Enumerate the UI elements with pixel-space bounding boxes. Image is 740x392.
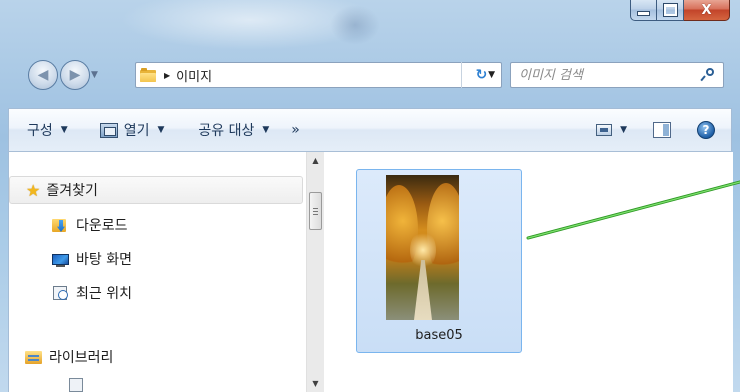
chevron-down-icon: ▼ <box>60 125 68 135</box>
preview-pane-icon <box>653 122 671 138</box>
content-area: ★ 즐겨찾기 다운로드 바탕 화면 최근 위치 라이브러리 ▲ ▼ base05 <box>8 152 733 392</box>
maximize-icon <box>662 3 678 17</box>
breadcrumb-separator-icon[interactable]: ▶ <box>164 71 170 80</box>
sidebar-item-label: 바탕 화면 <box>76 252 132 268</box>
image-thumbnail <box>386 175 459 320</box>
nav-buttons: ◀ ▶ ▼ <box>28 60 136 90</box>
forward-arrow-icon: ▶ <box>69 67 81 83</box>
open-button[interactable]: 열기 ▼ <box>94 116 171 144</box>
open-label: 열기 <box>123 123 150 139</box>
chevron-down-icon: ▼ <box>620 125 627 135</box>
explorer-window: X ◀ ▶ ▼ ▶ 이미지 ▼ ↻ 이미지 검색 구성 ▼ 열기 ▼ 공유 대상… <box>0 0 740 392</box>
folder-icon <box>140 67 156 82</box>
back-arrow-icon: ◀ <box>37 67 49 83</box>
chevron-down-icon: ▼ <box>157 125 165 135</box>
back-button[interactable]: ◀ <box>28 60 58 90</box>
sidebar-item-desktop[interactable]: 바탕 화면 <box>9 248 132 270</box>
minimize-icon <box>637 10 650 16</box>
sidebar-item-label: 최근 위치 <box>76 286 132 302</box>
chevron-down-icon: ▼ <box>262 125 270 135</box>
navigation-pane-scrollbar[interactable]: ▲ ▼ <box>306 152 324 392</box>
file-name: base05 <box>415 328 463 343</box>
scroll-up-button[interactable]: ▲ <box>307 152 324 169</box>
sidebar-item-favorites[interactable]: ★ 즐겨찾기 <box>9 176 303 204</box>
search-icon[interactable] <box>700 68 717 82</box>
help-icon: ? <box>697 121 715 139</box>
view-icon <box>596 124 613 136</box>
sidebar-item-label: 즐겨찾기 <box>46 183 98 199</box>
navigation-pane: ★ 즐겨찾기 다운로드 바탕 화면 최근 위치 라이브러리 <box>9 152 306 392</box>
sidebar-item-recent-places[interactable]: 최근 위치 <box>9 282 132 304</box>
close-button[interactable]: X <box>684 0 730 21</box>
close-icon: X <box>701 2 712 18</box>
scroll-down-button[interactable]: ▼ <box>307 375 324 392</box>
more-chevron-icon: » <box>291 122 300 138</box>
recent-places-icon <box>52 285 69 301</box>
sidebar-item-label: 다운로드 <box>76 218 128 234</box>
document-icon <box>69 378 85 392</box>
sidebar-item-label: 라이브러리 <box>49 350 114 366</box>
help-button[interactable]: ? <box>691 116 721 144</box>
download-folder-icon <box>52 217 69 233</box>
sidebar-item-downloads[interactable]: 다운로드 <box>9 214 128 236</box>
organize-button[interactable]: 구성 ▼ <box>21 116 74 144</box>
file-list: base05 <box>325 152 733 392</box>
desktop-icon <box>52 251 69 267</box>
share-with-button[interactable]: 공유 대상 ▼ <box>192 116 275 144</box>
command-bar: 구성 ▼ 열기 ▼ 공유 대상 ▼ » ▼ ? <box>8 108 732 152</box>
refresh-icon: ↻ <box>475 67 488 83</box>
maximize-button[interactable] <box>657 0 684 21</box>
recent-pages-dropdown[interactable]: ▼ <box>91 70 98 80</box>
minimize-button[interactable] <box>630 0 657 21</box>
scrollbar-thumb[interactable] <box>309 192 322 230</box>
file-item[interactable]: base05 <box>356 169 522 353</box>
share-label: 공유 대상 <box>198 123 255 139</box>
navigation-bar: ◀ ▶ ▼ ▶ 이미지 ▼ ↻ <box>0 52 740 92</box>
caption-buttons: X <box>630 0 730 22</box>
search-box[interactable] <box>510 62 724 88</box>
open-with-icon <box>99 122 118 138</box>
change-view-button[interactable]: ▼ <box>590 116 633 144</box>
sidebar-item-libraries[interactable]: 라이브러리 <box>9 346 113 368</box>
organize-label: 구성 <box>27 123 53 139</box>
breadcrumb-images[interactable]: 이미지 <box>176 66 212 85</box>
star-icon: ★ <box>26 180 41 200</box>
forward-button[interactable]: ▶ <box>60 60 90 90</box>
preview-pane-button[interactable] <box>647 116 677 144</box>
more-commands-button[interactable]: » <box>285 116 306 144</box>
search-input[interactable] <box>517 66 691 84</box>
refresh-button[interactable]: ↻ <box>461 62 501 88</box>
library-icon <box>25 349 42 365</box>
address-bar[interactable]: ▶ 이미지 ▼ <box>135 62 502 88</box>
